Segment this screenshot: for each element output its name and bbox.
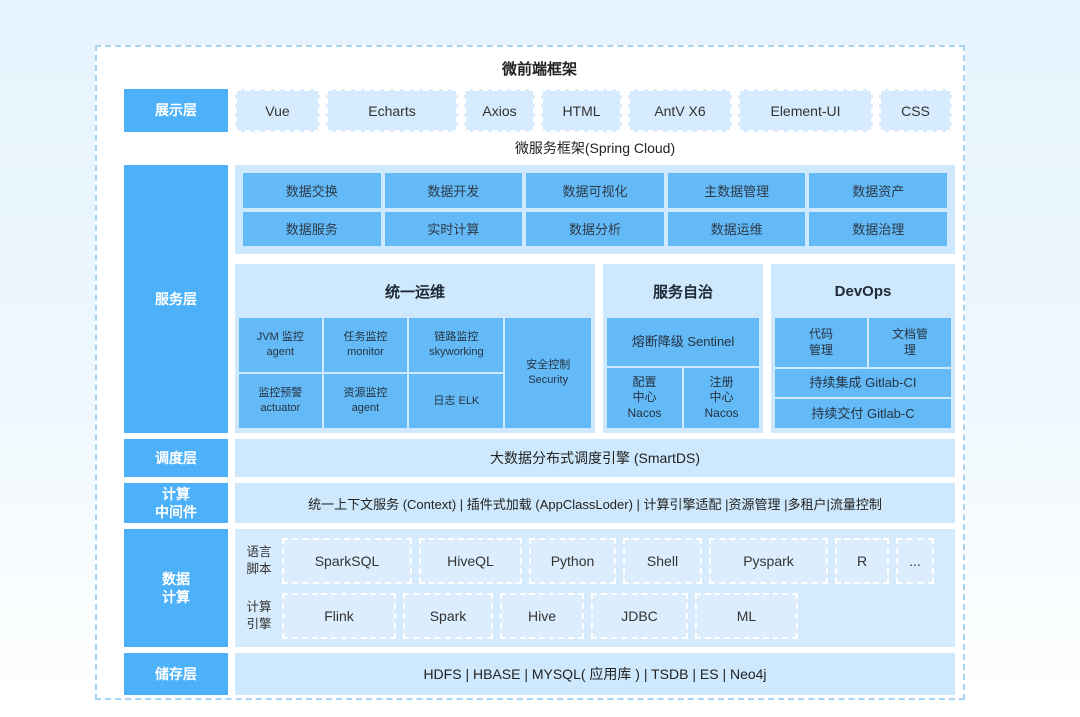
architecture-panel: 微前端框架 展示层 Vue Echarts Axios HTML AntV X6… [95,45,965,700]
autonomy-cell-registry-nacos: 注册 中心 Nacos [684,368,759,428]
tech-chip-antv-x6: AntV X6 [628,89,732,132]
engine-chip-flink: Flink [282,593,396,639]
autonomy-cell-sentinel: 熔断降级 Sentinel [607,318,759,366]
devops-cell-doc-mgmt: 文档管 理 [869,318,951,367]
compute-layer-content: 语言 脚本 SparkSQL HiveQL Python Shell Pyspa… [235,529,955,647]
devops-cell-cd: 持续交付 Gitlab-C [775,399,951,428]
layer-row-scheduling: 调度层 大数据分布式调度引擎 (SmartDS) [124,439,955,477]
layer-label-storage: 储存层 [124,653,228,695]
script-chip-hiveql: HiveQL [419,538,522,584]
tech-chip-axios: Axios [464,89,535,132]
layer-row-middleware: 计算 中间件 统一上下文服务 (Context) | 插件式加载 (AppCla… [124,483,955,523]
ops-cell-task-monitor: 任务监控 monitor [324,318,408,372]
layer-row-compute: 数据 计算 语言 脚本 SparkSQL HiveQL Python Shell… [124,529,955,647]
script-chip-shell: Shell [623,538,702,584]
service-autonomy-panel: 服务自治 熔断降级 Sentinel 配置 中心 Nacos 注册 中心 Nac… [603,264,763,433]
service-autonomy-title: 服务自治 [603,264,763,318]
storage-band: HDFS | HBASE | MYSQL( 应用库 ) | TSDB | ES … [235,653,955,695]
page-background: 微前端框架 展示层 Vue Echarts Axios HTML AntV X6… [0,0,1080,717]
tech-chip-vue: Vue [235,89,320,132]
script-chip-sparksql: SparkSQL [282,538,412,584]
compute-engine-row: 计算 引擎 Flink Spark Hive JDBC ML [243,591,947,640]
data-capability-grid: 数据交换 数据开发 数据可视化 主数据管理 数据资产 数据服务 实时计算 数据分… [235,165,955,254]
layer-row-service: 服务层 数据交换 数据开发 数据可视化 主数据管理 数据资产 数据服务 实时计算… [124,165,955,433]
unified-ops-panel: 统一运维 JVM 监控 agent 任务监控 monitor 链路监控 skyw… [235,264,595,433]
layer-row-display: 展示层 Vue Echarts Axios HTML AntV X6 Eleme… [124,89,955,132]
microservice-framework-note: 微服务框架(Spring Cloud) [235,132,955,165]
scheduling-engine-band: 大数据分布式调度引擎 (SmartDS) [235,439,955,477]
devops-cell-code-mgmt: 代码 管理 [775,318,867,367]
script-language-row: 语言 脚本 SparkSQL HiveQL Python Shell Pyspa… [243,536,947,585]
capability-cell: 数据开发 [385,173,523,208]
capability-cell: 数据治理 [809,212,947,247]
layer-label-service: 服务层 [124,165,228,433]
ops-cell-security: 安全控制 Security [505,318,591,428]
capability-cell: 实时计算 [385,212,523,247]
capability-cell: 数据运维 [668,212,806,247]
devops-title: DevOps [771,264,955,318]
script-chip-python: Python [529,538,616,584]
devops-panel: DevOps 代码 管理 文档管 理 持续集成 Gitlab-CI 持续交付 G… [771,264,955,433]
script-chip-r: R [835,538,889,584]
ops-cell-trace-monitor: 链路监控 skyworking [409,318,503,372]
layer-label-compute: 数据 计算 [124,529,228,647]
capability-cell: 数据服务 [243,212,381,247]
engine-chip-ml: ML [695,593,798,639]
layer-label-scheduling: 调度层 [124,439,228,477]
ops-cell-jvm-monitor: JVM 监控 agent [239,318,322,372]
script-chip-more: ... [896,538,934,584]
capability-cell: 数据交换 [243,173,381,208]
autonomy-cell-config-nacos: 配置 中心 Nacos [607,368,682,428]
compute-engine-label: 计算 引擎 [243,599,275,632]
engine-chip-spark: Spark [403,593,493,639]
unified-ops-grid: JVM 监控 agent 任务监控 monitor 链路监控 skyworkin… [239,318,591,428]
capability-cell: 数据可视化 [526,173,664,208]
tech-chip-css: CSS [879,89,952,132]
devops-cell-ci: 持续集成 Gitlab-CI [775,369,951,397]
engine-chip-hive: Hive [500,593,584,639]
layer-label-display: 展示层 [124,89,228,132]
ops-cell-log-elk: 日志 ELK [409,374,503,428]
script-language-label: 语言 脚本 [243,544,275,577]
service-sub-panels: 统一运维 JVM 监控 agent 任务监控 monitor 链路监控 skyw… [235,264,955,433]
middleware-band: 统一上下文服务 (Context) | 插件式加载 (AppClassLoder… [235,483,955,523]
page-title: 微前端框架 [124,47,955,89]
capability-cell: 数据分析 [526,212,664,247]
ops-cell-alert-actuator: 监控预警 actuator [239,374,322,428]
service-layer-content: 数据交换 数据开发 数据可视化 主数据管理 数据资产 数据服务 实时计算 数据分… [235,165,955,433]
tech-chip-html: HTML [541,89,622,132]
devops-grid: 代码 管理 文档管 理 持续集成 Gitlab-CI 持续交付 Gitlab-C [775,318,951,428]
unified-ops-title: 统一运维 [235,264,595,318]
tech-chip-echarts: Echarts [326,89,458,132]
display-tech-list: Vue Echarts Axios HTML AntV X6 Element-U… [235,89,955,132]
engine-chip-jdbc: JDBC [591,593,688,639]
script-chip-pyspark: Pyspark [709,538,828,584]
ops-cell-resource-monitor: 资源监控 agent [324,374,408,428]
capability-cell: 数据资产 [809,173,947,208]
layer-row-storage: 储存层 HDFS | HBASE | MYSQL( 应用库 ) | TSDB |… [124,653,955,695]
capability-cell: 主数据管理 [668,173,806,208]
layer-label-middleware: 计算 中间件 [124,483,228,523]
tech-chip-element-ui: Element-UI [738,89,873,132]
service-autonomy-grid: 熔断降级 Sentinel 配置 中心 Nacos 注册 中心 Nacos [607,318,759,428]
